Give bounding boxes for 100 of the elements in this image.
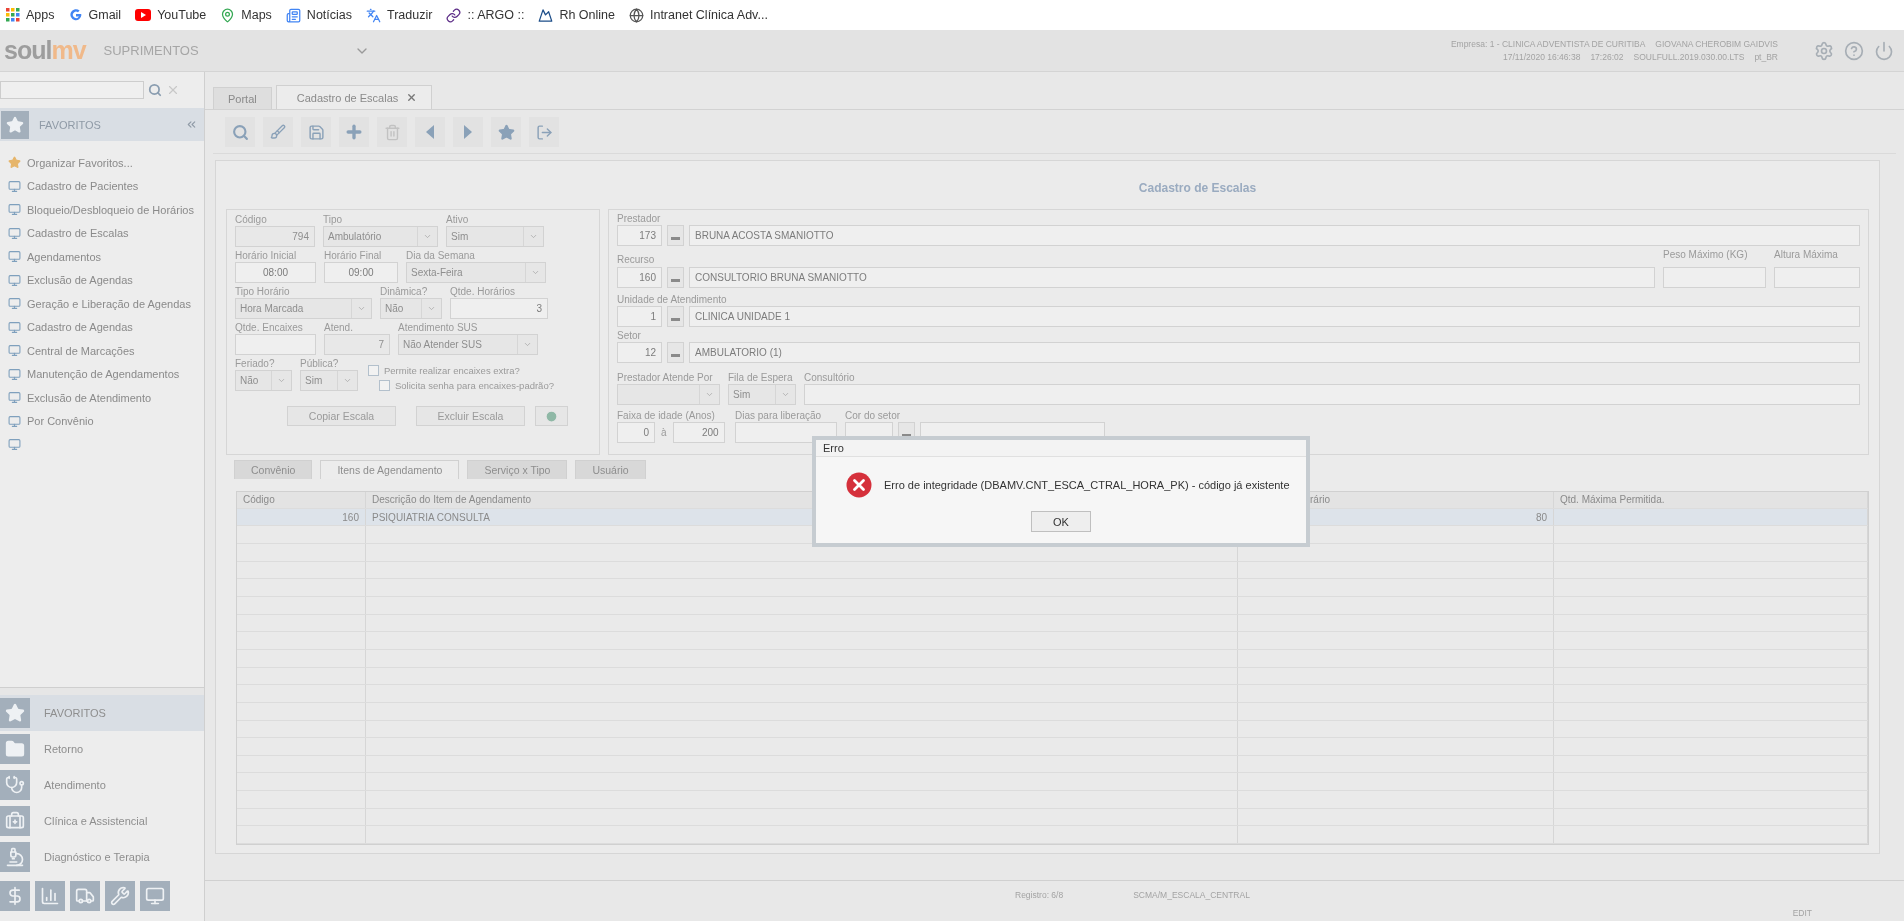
- input-field[interactable]: 09:00: [324, 262, 398, 283]
- input-field[interactable]: 08:00: [235, 262, 316, 283]
- tab[interactable]: Cadastro de Escalas: [275, 85, 433, 109]
- toolbar-button[interactable]: [415, 117, 445, 147]
- code-field[interactable]: 1: [617, 306, 662, 327]
- form-button[interactable]: Excluir Escala: [416, 406, 525, 426]
- favorite-item[interactable]: Manutenção de Agendamentos: [0, 362, 204, 386]
- select-field[interactable]: Ambulatório: [323, 226, 438, 247]
- input-field[interactable]: 3: [450, 298, 548, 319]
- favorite-item[interactable]: Geração e Liberação de Agendas: [0, 292, 204, 316]
- favorite-item[interactable]: Exclusão de Agendas: [0, 268, 204, 292]
- shortcut-button[interactable]: [105, 881, 135, 911]
- tab[interactable]: Serviço x Tipo: [467, 460, 568, 479]
- bookmark-link[interactable]: Traduzir: [366, 7, 433, 23]
- toolbar-button[interactable]: [529, 117, 559, 147]
- lookup-button[interactable]: [667, 342, 684, 363]
- select-field[interactable]: Hora Marcada: [235, 298, 372, 319]
- input-field[interactable]: [735, 422, 837, 443]
- favorite-item[interactable]: Cadastro de Agendas: [0, 315, 204, 339]
- close-icon[interactable]: [406, 92, 418, 103]
- shortcut-button[interactable]: [70, 881, 100, 911]
- age-to-field[interactable]: 200: [672, 422, 725, 443]
- form-button[interactable]: Copiar Escala: [287, 406, 396, 426]
- favorite-item[interactable]: Agendamentos: [0, 245, 204, 269]
- favorite-item[interactable]: Cadastro de Escalas: [0, 221, 204, 245]
- module-item[interactable]: Diagnóstico e Terapia: [0, 839, 204, 875]
- favorite-item[interactable]: Organizar Favoritos...: [0, 151, 204, 175]
- code-field[interactable]: 160: [617, 267, 662, 288]
- power-icon[interactable]: [1874, 40, 1894, 61]
- select-field[interactable]: Sim: [300, 370, 358, 391]
- tab[interactable]: Convênio: [234, 460, 313, 479]
- module-item[interactable]: Retorno: [0, 731, 204, 767]
- select-field[interactable]: Não Atender SUS: [398, 334, 538, 355]
- bookmark-link[interactable]: :: ARGO ::: [446, 7, 525, 23]
- select-field[interactable]: Não: [235, 370, 292, 391]
- code-field[interactable]: 173: [617, 225, 662, 246]
- input-field[interactable]: [1663, 267, 1766, 288]
- module-item[interactable]: Atendimento: [0, 767, 204, 803]
- bookmark-link[interactable]: Apps: [6, 8, 55, 22]
- checkbox-option[interactable]: Permite realizar encaixes extra?: [368, 365, 583, 376]
- field-label: Dias para liberação: [735, 410, 823, 422]
- select-field[interactable]: Sim: [446, 226, 544, 247]
- settings-icon[interactable]: [1814, 40, 1834, 61]
- splitter-handle[interactable]: [0, 687, 204, 695]
- select-field[interactable]: [617, 384, 720, 405]
- toolbar-button[interactable]: [491, 117, 521, 147]
- tab[interactable]: Itens de Agendamento: [320, 460, 460, 479]
- module-item[interactable]: Clínica e Assistencial: [0, 803, 204, 839]
- toolbar-button[interactable]: [225, 117, 255, 147]
- clock-button[interactable]: [535, 406, 568, 426]
- shortcut-button[interactable]: [140, 881, 170, 911]
- name-field[interactable]: CONSULTORIO BRUNA SMANIOTTO: [689, 267, 1655, 288]
- search-icon[interactable]: [148, 83, 162, 97]
- lookup-button[interactable]: [667, 225, 684, 246]
- collapse-icon[interactable]: [185, 118, 198, 131]
- favorite-item[interactable]: Bloqueio/Desbloqueio de Horários: [0, 198, 204, 222]
- help-icon[interactable]: [1844, 40, 1864, 61]
- name-field[interactable]: BRUNA ACOSTA SMANIOTTO: [689, 225, 1860, 246]
- ok-button[interactable]: OK: [1031, 511, 1091, 532]
- search-field[interactable]: [0, 81, 144, 99]
- tab[interactable]: Portal: [213, 87, 272, 109]
- star-icon: [5, 703, 25, 723]
- code-field[interactable]: 12: [617, 342, 662, 363]
- name-field[interactable]: CLINICA UNIDADE 1: [689, 306, 1860, 327]
- field-label: Dinâmica?: [380, 286, 429, 298]
- tab[interactable]: Usuário: [575, 460, 646, 479]
- toolbar-button[interactable]: [263, 117, 293, 147]
- favorite-item[interactable]: Por Convênio: [0, 409, 204, 433]
- name-field[interactable]: AMBULATORIO (1): [689, 342, 1860, 363]
- bookmark-link[interactable]: Intranet Clínica Adv...: [628, 7, 768, 23]
- left-triangle-icon: [425, 124, 435, 140]
- select-field[interactable]: Não: [380, 298, 442, 319]
- bookmark-link[interactable]: YouTube: [135, 8, 207, 22]
- module-item[interactable]: FAVORITOS: [0, 695, 204, 731]
- input-field[interactable]: [1774, 267, 1860, 288]
- favorite-item[interactable]: Exclusão de Atendimento: [0, 386, 204, 410]
- bookmark-link[interactable]: Gmail: [68, 8, 122, 22]
- field-label: Pública?: [300, 358, 340, 370]
- checkbox-option[interactable]: Solicita senha para encaixes-padrão?: [368, 380, 583, 391]
- select-field[interactable]: Sexta-Feira: [406, 262, 546, 283]
- toolbar-button[interactable]: [301, 117, 331, 147]
- input-field[interactable]: [235, 334, 316, 355]
- toolbar-button[interactable]: [453, 117, 483, 147]
- shortcut-button[interactable]: [0, 881, 30, 911]
- toolbar-button[interactable]: [339, 117, 369, 147]
- shortcut-button[interactable]: [35, 881, 65, 911]
- monitor-icon: [8, 179, 21, 193]
- input-field[interactable]: [804, 384, 1860, 405]
- bookmark-link[interactable]: Maps: [220, 7, 272, 23]
- bookmark-link[interactable]: Notícias: [285, 7, 352, 23]
- select-field[interactable]: Sim: [728, 384, 796, 405]
- bookmark-link[interactable]: Rh Online: [538, 7, 615, 23]
- favorite-item[interactable]: Central de Marcações: [0, 339, 204, 363]
- favorite-item[interactable]: Cadastro de Pacientes: [0, 174, 204, 198]
- stethoscope-icon: [5, 775, 25, 795]
- dash-icon: [671, 354, 680, 357]
- lookup-button[interactable]: [667, 267, 684, 288]
- lookup-button[interactable]: [667, 306, 684, 327]
- age-from-field[interactable]: 0: [617, 422, 655, 443]
- monitor-icon: [8, 367, 21, 381]
